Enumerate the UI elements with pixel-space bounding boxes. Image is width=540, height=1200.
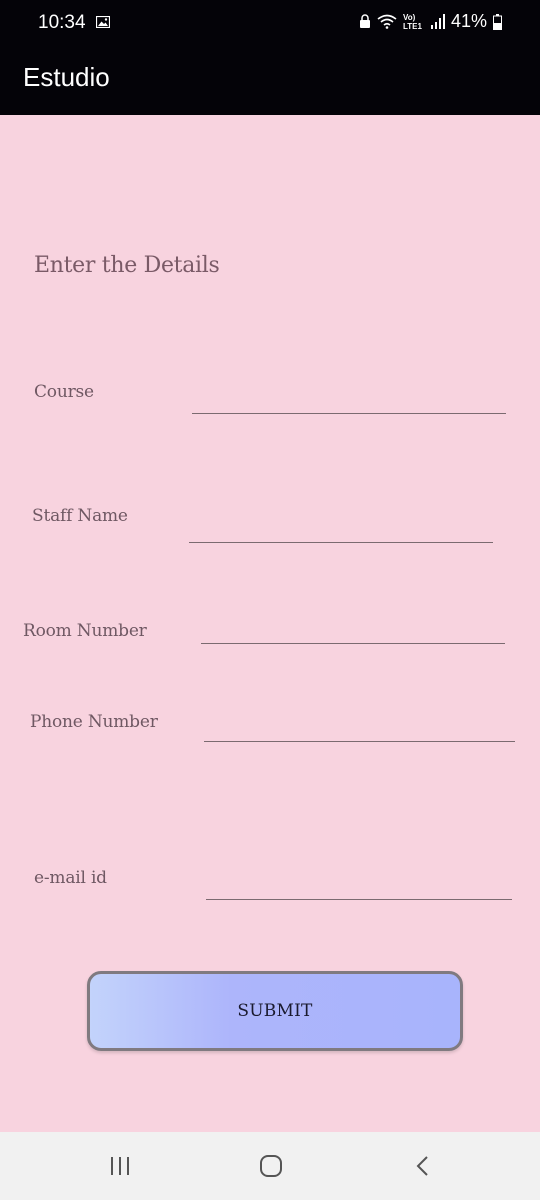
course-label: Course bbox=[34, 382, 94, 402]
network-label: Vo) LTE1 bbox=[402, 12, 422, 31]
signal-icon bbox=[430, 14, 445, 29]
system-nav-bar bbox=[0, 1132, 540, 1200]
phone-number-label: Phone Number bbox=[30, 712, 158, 732]
wifi-icon bbox=[377, 14, 397, 29]
lock-icon bbox=[359, 14, 371, 29]
submit-button[interactable]: SUBMIT bbox=[87, 971, 463, 1051]
back-icon[interactable] bbox=[403, 1152, 443, 1180]
battery-percent: 41% bbox=[450, 11, 487, 31]
gallery-icon bbox=[95, 15, 111, 29]
form-heading: Enter the Details bbox=[34, 253, 220, 278]
email-input[interactable] bbox=[206, 899, 512, 900]
app-title: Estudio bbox=[23, 62, 110, 92]
course-input[interactable] bbox=[192, 413, 506, 414]
phone-number-input[interactable] bbox=[204, 741, 515, 742]
email-label: e-mail id bbox=[34, 868, 107, 888]
room-number-label: Room Number bbox=[23, 621, 147, 641]
room-number-input[interactable] bbox=[201, 643, 505, 644]
status-time: 10:34 bbox=[38, 12, 86, 33]
home-icon[interactable] bbox=[251, 1152, 291, 1180]
status-bar: 10:34 Vo) LTE1 41% bbox=[0, 0, 540, 46]
staff-name-input[interactable] bbox=[189, 542, 493, 543]
battery-icon bbox=[493, 13, 502, 30]
status-indicators: Vo) LTE1 41% bbox=[359, 11, 502, 32]
staff-name-label: Staff Name bbox=[32, 506, 128, 526]
app-bar: Estudio bbox=[0, 46, 540, 115]
recent-apps-icon[interactable] bbox=[100, 1152, 140, 1180]
